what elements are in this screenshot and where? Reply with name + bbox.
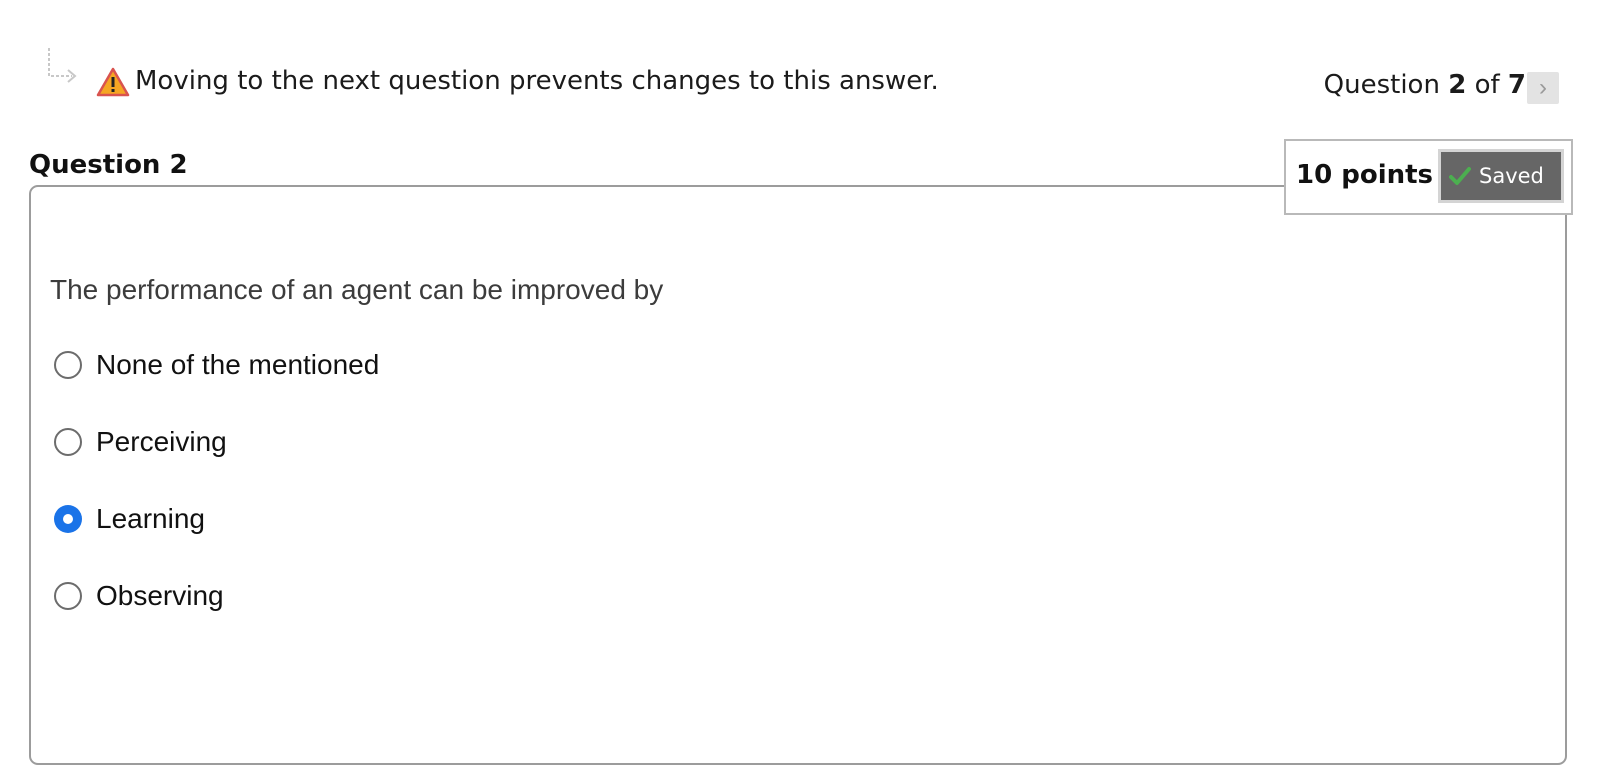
indent-arrow-icon bbox=[48, 48, 77, 83]
saved-label: Saved bbox=[1479, 164, 1544, 188]
warning-icon bbox=[96, 67, 130, 97]
radio-button[interactable] bbox=[54, 582, 82, 610]
answer-option-none[interactable]: None of the mentioned bbox=[54, 345, 379, 385]
answer-option-label: Observing bbox=[96, 580, 224, 611]
radio-button[interactable] bbox=[54, 351, 82, 379]
check-icon bbox=[1449, 167, 1471, 185]
points-value: 10 points bbox=[1296, 160, 1434, 190]
saved-status-badge: Saved bbox=[1438, 149, 1564, 203]
points-box: 10 points Saved bbox=[1284, 139, 1573, 215]
radio-button-selected[interactable] bbox=[54, 505, 82, 533]
counter-total: 7 bbox=[1507, 70, 1526, 100]
question-prompt: The performance of an agent can be impro… bbox=[50, 274, 664, 305]
counter-of: of bbox=[1474, 70, 1500, 100]
chevron-right-icon: › bbox=[1539, 74, 1547, 101]
question-heading: Question 2 bbox=[29, 150, 188, 180]
counter-current: 2 bbox=[1448, 70, 1467, 100]
question-counter: Question 2 of 7 bbox=[1324, 68, 1526, 102]
radio-button[interactable] bbox=[54, 428, 82, 456]
answer-option-label: Learning bbox=[96, 503, 205, 534]
answer-option-label: Perceiving bbox=[96, 426, 227, 457]
answer-option-label: None of the mentioned bbox=[96, 349, 380, 380]
answer-option-learning[interactable]: Learning bbox=[54, 499, 205, 539]
counter-prefix: Question bbox=[1323, 70, 1440, 100]
answer-option-observing[interactable]: Observing bbox=[54, 576, 224, 616]
answer-option-perceiving[interactable]: Perceiving bbox=[54, 422, 227, 462]
notice-text: Moving to the next question prevents cha… bbox=[135, 66, 939, 96]
next-question-button[interactable]: › bbox=[1527, 72, 1559, 104]
